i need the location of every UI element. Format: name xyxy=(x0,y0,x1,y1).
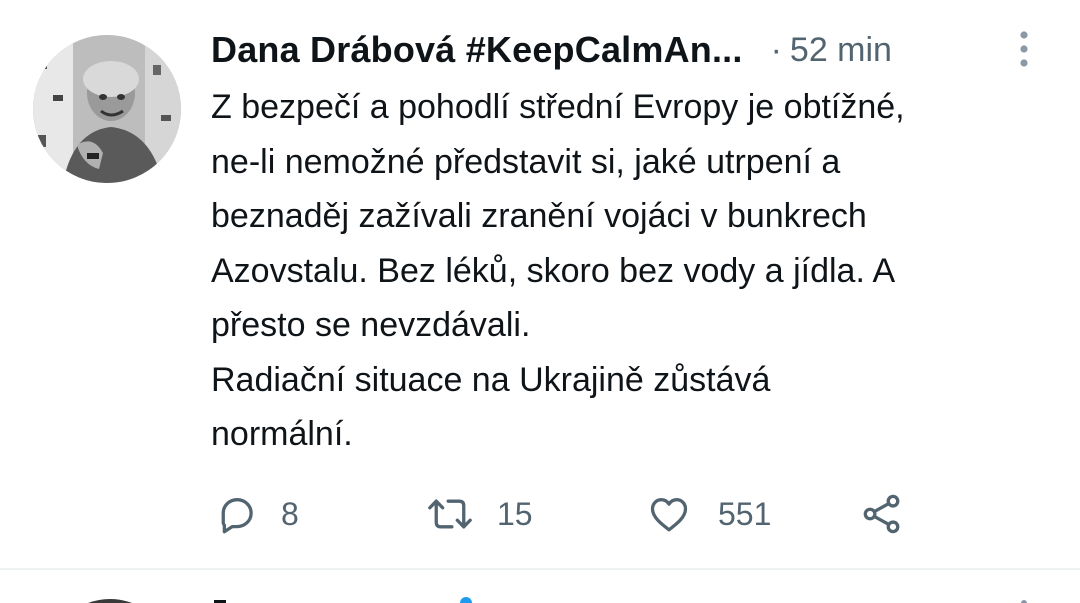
tweet-actions: 8 15 551 xyxy=(211,486,1011,542)
share-icon xyxy=(863,494,900,534)
tweet-text-line: Radiační situace na Ukrajině zůstává xyxy=(211,360,771,399)
tweet-text: Z bezpečí a pohodlí střední Evropy je ob… xyxy=(211,80,1051,462)
tweet-text-line: Z bezpečí a pohodlí střední Evropy je ob… xyxy=(211,88,905,126)
next-tweet-peek[interactable] xyxy=(0,570,1080,603)
retweet-icon xyxy=(428,499,472,529)
tweet-timestamp[interactable]: 52 min xyxy=(790,31,892,70)
like-count: 551 xyxy=(718,495,772,532)
heart-icon xyxy=(650,498,688,532)
tweet-text-line: Azovstalu. Bez léků, skoro bez vody a jí… xyxy=(211,251,896,290)
share-button[interactable] xyxy=(859,486,905,542)
avatar-photo-icon xyxy=(33,35,181,183)
next-tweet-partial-icon xyxy=(88,597,1027,603)
author-avatar[interactable] xyxy=(33,35,181,183)
header-separator: · xyxy=(770,30,782,69)
tweet-text-line: normální. xyxy=(211,415,353,453)
tweet-text-line: přesto se nevzdávali. xyxy=(211,306,531,344)
tweet-header: Dana Drábová #KeepCalmAn... · 52 min xyxy=(211,26,1051,74)
more-vertical-icon[interactable] xyxy=(1010,28,1038,70)
tweet-text-line: ne-li nemožné představit si, jaké utrpen… xyxy=(211,142,841,181)
tweet[interactable]: Dana Drábová #KeepCalmAn... · 52 min Z b… xyxy=(0,0,1080,568)
reply-icon xyxy=(221,498,253,534)
retweet-count: 15 xyxy=(497,495,533,532)
like-button[interactable]: 551 xyxy=(646,486,771,542)
reply-count: 8 xyxy=(281,495,299,532)
author-name[interactable]: Dana Drábová #KeepCalmAn... xyxy=(211,29,743,71)
tweet-text-line: beznaděj zažívali zranění vojáci v bunkr… xyxy=(211,197,867,235)
retweet-button[interactable]: 15 xyxy=(425,486,533,542)
reply-button[interactable]: 8 xyxy=(215,486,299,542)
